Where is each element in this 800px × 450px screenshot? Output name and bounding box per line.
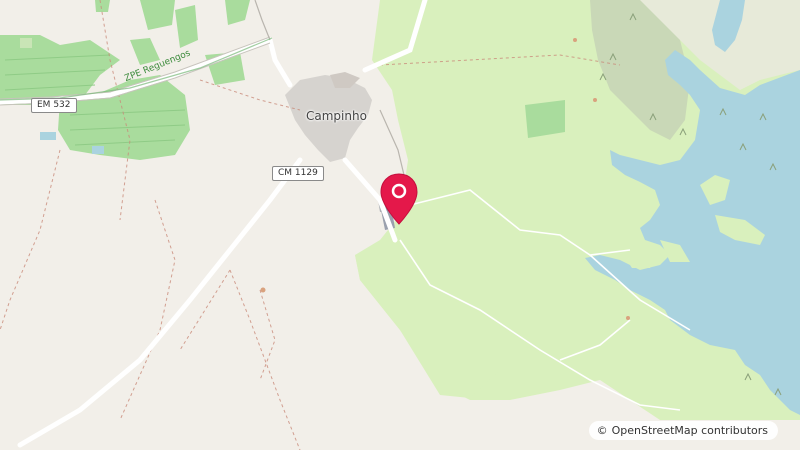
map-attribution[interactable]: © OpenStreetMap contributors xyxy=(588,421,778,440)
road-label-em532: EM 532 xyxy=(31,98,77,113)
location-pin[interactable] xyxy=(378,172,420,228)
map-marker-icon xyxy=(380,173,418,225)
attribution-text[interactable]: OpenStreetMap contributors xyxy=(612,424,768,437)
copyright-icon: © xyxy=(596,424,608,437)
road-label-cm1129: CM 1129 xyxy=(272,166,324,181)
map-view[interactable]: EM 532 CM 1129 Campinho ZPE Reguengos © … xyxy=(0,0,800,450)
place-label-campinho: Campinho xyxy=(306,109,367,123)
